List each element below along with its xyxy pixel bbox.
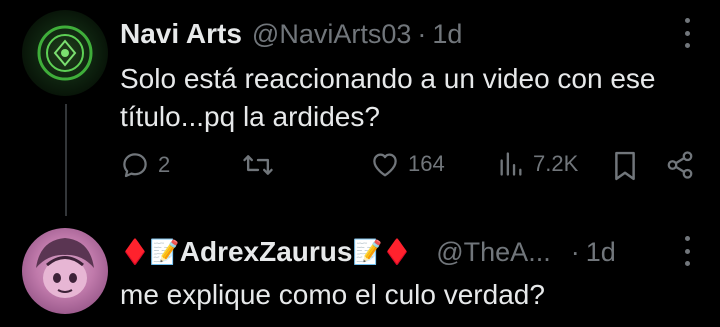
tweet-header: ♦️📝 AdrexZaurus 📝♦️ @TheA... · 1d bbox=[120, 230, 720, 274]
username[interactable]: @TheA... bbox=[436, 237, 550, 268]
thread-line bbox=[65, 104, 67, 216]
avatar-emblem bbox=[37, 25, 93, 81]
retweet-icon bbox=[243, 155, 273, 175]
separator-dot: · bbox=[570, 236, 580, 267]
retweet-button[interactable] bbox=[242, 150, 282, 180]
share-icon bbox=[667, 151, 693, 179]
avatar-character bbox=[36, 238, 94, 298]
tweet-text: me explique como el culo verdad? bbox=[120, 279, 545, 310]
tweet[interactable]: Navi Arts @NaviArts03 · 1d Solo está rea… bbox=[120, 12, 720, 136]
tweet-text: Solo está reaccionando a un video con es… bbox=[120, 63, 656, 132]
name-emoji-suffix: 📝♦️ bbox=[352, 238, 413, 266]
more-icon[interactable] bbox=[682, 236, 692, 266]
like-button[interactable]: 164 bbox=[370, 150, 445, 178]
name-emoji-prefix: ♦️📝 bbox=[120, 238, 180, 266]
like-icon bbox=[373, 153, 397, 177]
bookmark-icon bbox=[615, 151, 635, 181]
tweet-header: Navi Arts @NaviArts03 · 1d bbox=[120, 12, 720, 56]
tweet[interactable]: ♦️📝 AdrexZaurus 📝♦️ @TheA... · 1d me exp… bbox=[120, 230, 720, 314]
bookmark-button[interactable] bbox=[612, 150, 638, 182]
reply-icon bbox=[123, 153, 147, 178]
display-name[interactable]: AdrexZaurus bbox=[180, 236, 353, 268]
separator-dot: · bbox=[417, 18, 427, 49]
more-icon[interactable] bbox=[682, 18, 692, 48]
timestamp[interactable]: 1d bbox=[432, 19, 462, 50]
tweet-actions: 2 164 7.2K bbox=[120, 150, 700, 190]
views-button[interactable]: 7.2K bbox=[497, 150, 578, 178]
timestamp[interactable]: 1d bbox=[586, 237, 616, 268]
reply-button[interactable]: 2 bbox=[120, 150, 170, 180]
avatar[interactable] bbox=[22, 10, 108, 96]
username[interactable]: @NaviArts03 bbox=[252, 19, 411, 50]
avatar[interactable] bbox=[22, 228, 108, 314]
display-name[interactable]: Navi Arts bbox=[120, 18, 242, 50]
like-count: 164 bbox=[408, 151, 445, 176]
views-icon bbox=[500, 152, 522, 176]
reply-count: 2 bbox=[158, 152, 171, 177]
views-count: 7.2K bbox=[533, 151, 579, 176]
share-button[interactable] bbox=[665, 150, 695, 180]
